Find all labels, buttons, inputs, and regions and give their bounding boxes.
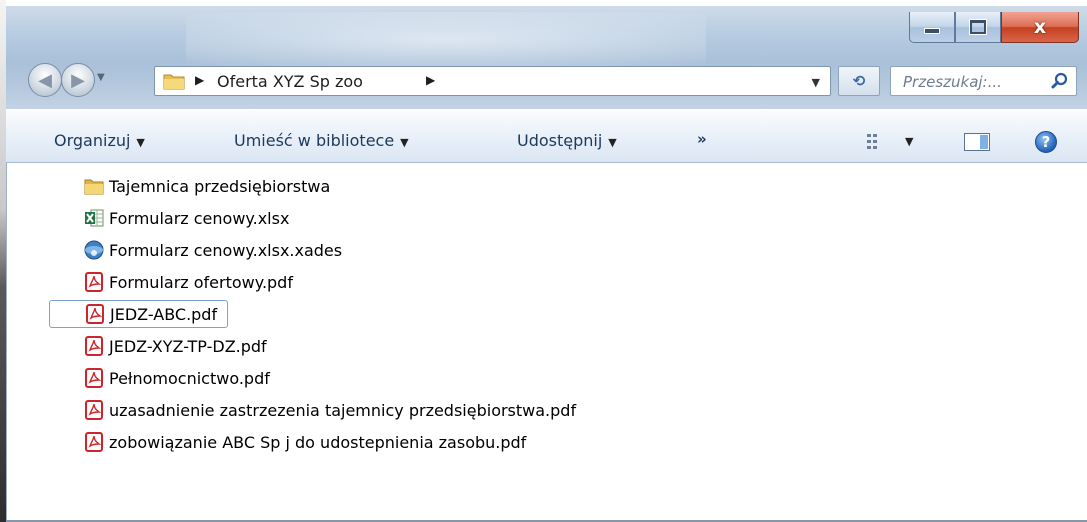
- arrow-left-icon: ◀: [38, 69, 52, 91]
- search-input[interactable]: Przeszukaj:...: [903, 73, 1002, 91]
- chevron-down-icon: ▼: [400, 136, 409, 149]
- breadcrumb-arrow-icon[interactable]: ▶: [426, 73, 435, 87]
- signature-file-icon: [83, 239, 105, 261]
- breadcrumb-arrow-icon[interactable]: ▶: [195, 73, 204, 87]
- list-item[interactable]: Pełnomocnictwo.pdf: [83, 364, 270, 392]
- view-dropdown-icon[interactable]: ▼: [905, 135, 913, 148]
- file-name: Formularz cenowy.xlsx.xades: [109, 240, 343, 260]
- arrow-right-icon: ▶: [71, 69, 85, 91]
- chevron-down-icon: ▼: [136, 136, 145, 149]
- excel-icon: [83, 207, 105, 229]
- breadcrumb-item[interactable]: Oferta XYZ Sp zoo: [217, 72, 363, 91]
- organize-label: Organizuj: [54, 131, 131, 150]
- file-name: uzasadnienie zastrzezenia tajemnicy prze…: [109, 400, 577, 420]
- file-name: JEDZ-ABC.pdf: [110, 304, 218, 324]
- forward-button[interactable]: ▶: [61, 63, 95, 97]
- list-item[interactable]: Tajemnica przedsiębiorstwa: [83, 172, 330, 200]
- recent-pages-dropdown-icon[interactable]: ▼: [97, 72, 105, 83]
- minimize-button[interactable]: [909, 12, 955, 43]
- folder-icon: [83, 175, 105, 197]
- pdf-icon: [83, 367, 105, 389]
- help-icon[interactable]: ?: [1035, 131, 1057, 153]
- search-box[interactable]: Przeszukaj:...: [890, 66, 1077, 96]
- search-icon[interactable]: [1051, 72, 1069, 94]
- close-icon: x: [1033, 16, 1047, 38]
- include-in-library-label: Umieść w bibliotece: [234, 131, 395, 150]
- view-options-icon[interactable]: [867, 134, 889, 154]
- pdf-icon: [83, 335, 105, 357]
- list-item[interactable]: Formularz ofertowy.pdf: [83, 268, 293, 296]
- file-name: zobowiązanie ABC Sp j do udostepnienia z…: [109, 432, 527, 452]
- share-button[interactable]: Udostępnij ▼: [517, 131, 617, 150]
- list-item[interactable]: Formularz cenowy.xlsx.xades: [83, 236, 342, 264]
- list-item[interactable]: JEDZ-XYZ-TP-DZ.pdf: [83, 332, 267, 360]
- maximize-button[interactable]: [955, 12, 1001, 43]
- more-commands-button[interactable]: »: [697, 130, 707, 148]
- file-name: Formularz ofertowy.pdf: [109, 272, 293, 292]
- folder-icon: [163, 72, 185, 94]
- back-button[interactable]: ◀: [28, 63, 62, 97]
- pdf-icon: [83, 271, 105, 293]
- list-item[interactable]: Formularz cenowy.xlsx: [83, 204, 289, 232]
- include-in-library-button[interactable]: Umieść w bibliotece ▼: [234, 131, 409, 150]
- pdf-icon: [83, 431, 105, 453]
- chevron-down-icon: ▼: [608, 136, 617, 149]
- share-label: Udostępnij: [517, 131, 603, 150]
- address-dropdown-icon[interactable]: ▼: [812, 76, 820, 89]
- address-bar[interactable]: ▶ Oferta XYZ Sp zoo ▶ ▼: [154, 66, 831, 96]
- file-name: Formularz cenowy.xlsx: [109, 208, 290, 228]
- file-name: Pełnomocnictwo.pdf: [109, 368, 270, 388]
- list-item-selected[interactable]: JEDZ-ABC.pdf: [49, 300, 229, 328]
- minimize-icon: [924, 28, 940, 34]
- pdf-icon: [84, 303, 106, 325]
- close-button[interactable]: x: [1001, 12, 1079, 43]
- title-glow: [186, 12, 706, 67]
- window-controls: x: [909, 12, 1079, 46]
- command-bar: Organizuj ▼ Umieść w bibliotece ▼ Udostępn…: [6, 109, 1087, 163]
- organize-button[interactable]: Organizuj ▼: [54, 131, 145, 150]
- refresh-button[interactable]: ⟲: [838, 66, 880, 96]
- pdf-icon: [83, 399, 105, 421]
- list-item[interactable]: zobowiązanie ABC Sp j do udostepnienia z…: [83, 428, 526, 456]
- refresh-icon: ⟲: [852, 72, 866, 90]
- file-list: Tajemnica przedsiębiorstwa Formularz cen…: [6, 163, 1087, 522]
- list-item[interactable]: uzasadnienie zastrzezenia tajemnicy prze…: [83, 396, 576, 424]
- file-name: Tajemnica przedsiębiorstwa: [109, 176, 331, 196]
- maximize-icon: [970, 20, 986, 34]
- preview-pane-icon[interactable]: [964, 133, 990, 151]
- file-name: JEDZ-XYZ-TP-DZ.pdf: [109, 336, 267, 356]
